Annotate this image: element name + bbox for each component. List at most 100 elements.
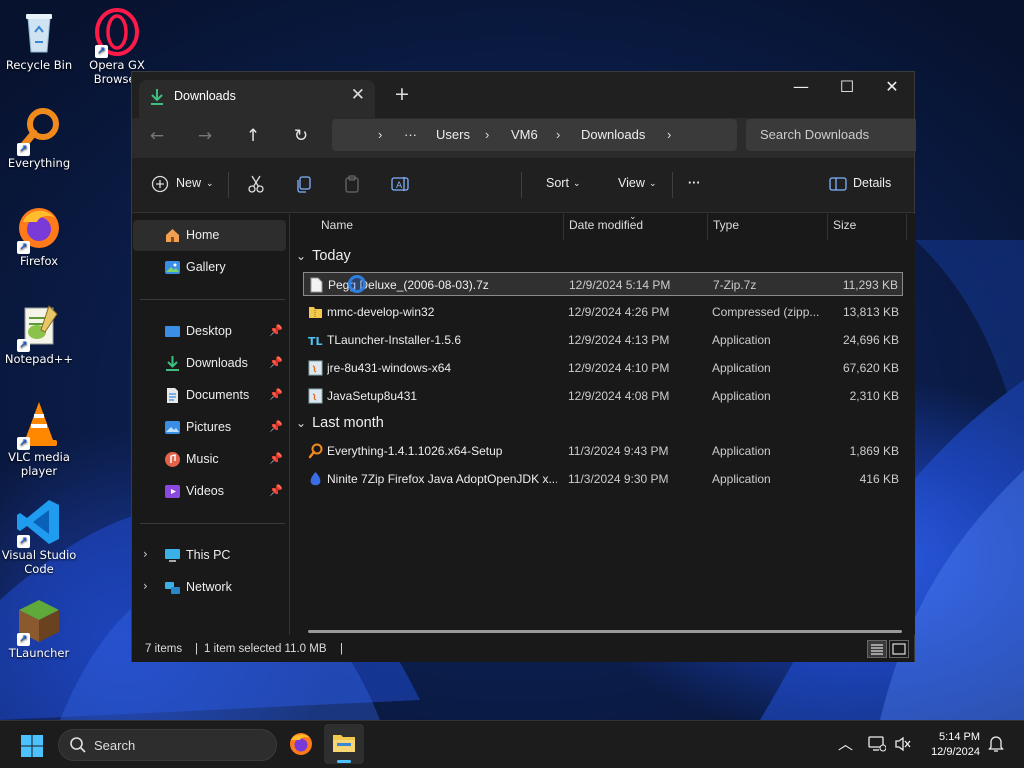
pin-icon[interactable]: 📌 bbox=[269, 484, 283, 497]
column-divider[interactable] bbox=[707, 214, 708, 240]
details-button[interactable]: Details bbox=[853, 176, 891, 190]
pin-icon[interactable]: 📌 bbox=[269, 356, 283, 369]
horizontal-scrollbar[interactable] bbox=[308, 630, 902, 633]
volume-muted-icon[interactable] bbox=[894, 736, 912, 752]
sidebar-item-videos[interactable]: Videos 📌 bbox=[133, 476, 286, 507]
pin-icon[interactable]: 📌 bbox=[269, 452, 283, 465]
file-explorer-taskbar-button[interactable] bbox=[324, 724, 364, 764]
desktop-icon-recycle-bin[interactable]: Recycle Bin bbox=[0, 8, 78, 72]
firefox-taskbar-icon[interactable] bbox=[288, 731, 314, 757]
chevron-up-icon[interactable]: ︿ bbox=[838, 733, 853, 754]
close-window-icon[interactable]: ✕ bbox=[869, 77, 915, 96]
tlauncher-icon: ↗ bbox=[15, 596, 63, 646]
sidebar-item-gallery[interactable]: Gallery bbox=[133, 252, 286, 283]
chevron-down-icon[interactable]: ⌄ bbox=[573, 178, 581, 189]
sidebar-item-pictures[interactable]: Pictures 📌 bbox=[133, 412, 286, 443]
desktop-icon-vlc[interactable]: ↗ VLC media player bbox=[0, 400, 78, 478]
breadcrumb-more[interactable]: ··· bbox=[404, 127, 417, 142]
shortcut-arrow-icon: ↗ bbox=[17, 339, 30, 352]
file-explorer-window: Downloads ✕ + — ☐ ✕ ← → ↑ ↻ › ··· Users … bbox=[131, 71, 916, 662]
chevron-right-icon[interactable]: › bbox=[143, 579, 148, 593]
file-row[interactable]: Everything-1.4.1.1026.x64-Setup 11/3/202… bbox=[303, 439, 903, 463]
network-status-icon[interactable] bbox=[868, 736, 886, 752]
breadcrumb-vm6[interactable]: VM6 bbox=[511, 127, 538, 142]
group-label: Last month bbox=[312, 415, 384, 431]
sidebar-item-desktop[interactable]: Desktop 📌 bbox=[133, 316, 286, 347]
maximize-icon[interactable]: ☐ bbox=[824, 77, 870, 96]
up-icon[interactable]: ↑ bbox=[238, 126, 268, 146]
file-name: TLauncher-Installer-1.5.6 bbox=[327, 333, 462, 347]
sidebar-item-label: Documents bbox=[186, 388, 250, 402]
title-bar[interactable]: Downloads ✕ + — ☐ ✕ bbox=[132, 72, 914, 118]
sidebar-item-downloads[interactable]: Downloads 📌 bbox=[133, 348, 286, 379]
sort-button[interactable]: Sort bbox=[546, 176, 569, 190]
back-icon[interactable]: ← bbox=[142, 126, 172, 146]
windows-start-icon[interactable] bbox=[20, 734, 44, 758]
file-row[interactable]: JavaSetup8u431 12/9/2024 4:08 PM Applica… bbox=[303, 384, 903, 408]
documents-icon bbox=[167, 388, 178, 403]
close-tab-icon[interactable]: ✕ bbox=[351, 85, 365, 105]
toolbar-divider bbox=[521, 172, 522, 198]
file-row[interactable]: Pegg Deluxe_(2006-08-03).7z 12/9/2024 5:… bbox=[303, 272, 903, 296]
tlauncher-app-icon: TL bbox=[308, 335, 323, 348]
status-divider: | bbox=[195, 643, 198, 655]
download-icon bbox=[166, 356, 179, 371]
sidebar-item-this-pc[interactable]: › This PC bbox=[133, 540, 286, 571]
desktop-icon-tlauncher[interactable]: ↗ TLauncher bbox=[0, 596, 78, 660]
chevron-right-icon[interactable]: › bbox=[378, 127, 382, 142]
paste-icon[interactable] bbox=[342, 174, 362, 194]
rename-icon[interactable]: A bbox=[390, 174, 410, 194]
file-row[interactable]: Ninite 7Zip Firefox Java AdoptOpenJDK x.… bbox=[303, 467, 903, 491]
chevron-down-icon[interactable]: ⌄ bbox=[649, 178, 657, 189]
file-row[interactable]: mmc-develop-win32 12/9/2024 4:26 PM Comp… bbox=[303, 300, 903, 324]
sidebar-item-music[interactable]: Music 📌 bbox=[133, 444, 286, 475]
chevron-right-icon[interactable]: › bbox=[143, 547, 148, 561]
desktop-icon-notepad-plus-plus[interactable]: ↗ Notepad++ bbox=[0, 302, 78, 366]
forward-icon[interactable]: → bbox=[190, 126, 220, 146]
chevron-right-icon[interactable]: › bbox=[667, 127, 671, 142]
group-header-last-month[interactable]: ⌄ Last month bbox=[296, 415, 384, 431]
sidebar-item-home[interactable]: Home bbox=[133, 220, 286, 251]
breadcrumb-users[interactable]: Users bbox=[436, 127, 470, 142]
file-row[interactable]: TL TLauncher-Installer-1.5.6 12/9/2024 4… bbox=[303, 328, 903, 352]
breadcrumb-downloads[interactable]: Downloads bbox=[581, 127, 645, 142]
details-view-icon[interactable] bbox=[867, 640, 887, 658]
column-divider[interactable] bbox=[563, 214, 564, 240]
desktop-icon-vscode[interactable]: ↗ Visual Studio Code bbox=[0, 498, 78, 576]
address-bar[interactable]: › ··· Users › VM6 › Downloads › bbox=[332, 119, 737, 151]
copy-icon[interactable] bbox=[294, 174, 314, 194]
tiles-view-icon[interactable] bbox=[889, 640, 909, 658]
column-header-type[interactable]: Type bbox=[713, 218, 739, 232]
pin-icon[interactable]: 📌 bbox=[269, 324, 283, 337]
group-header-today[interactable]: ⌄ Today bbox=[296, 248, 351, 264]
taskbar-search-box[interactable]: Search bbox=[58, 729, 277, 761]
pin-icon[interactable]: 📌 bbox=[269, 420, 283, 433]
cut-icon[interactable] bbox=[246, 174, 266, 194]
sidebar-item-network[interactable]: › Network bbox=[133, 572, 286, 603]
chevron-down-icon[interactable]: ⌄ bbox=[206, 178, 214, 189]
tab-downloads[interactable]: Downloads ✕ bbox=[139, 80, 375, 118]
clock[interactable]: 5:14 PM 12/9/2024 bbox=[931, 730, 980, 760]
chevron-right-icon[interactable]: › bbox=[485, 127, 489, 142]
more-options-button[interactable]: ··· bbox=[688, 176, 701, 190]
search-input[interactable]: Search Downloads bbox=[746, 119, 916, 151]
column-header-name[interactable]: Name bbox=[321, 218, 353, 232]
column-divider[interactable] bbox=[827, 214, 828, 240]
chevron-right-icon[interactable]: › bbox=[556, 127, 560, 142]
desktop-icon-firefox[interactable]: ↗ Firefox bbox=[0, 204, 78, 268]
notification-bell-icon[interactable] bbox=[988, 735, 1004, 753]
new-tab-icon[interactable]: + bbox=[394, 83, 410, 105]
column-header-size[interactable]: Size bbox=[833, 218, 856, 232]
sidebar-item-documents[interactable]: Documents 📌 bbox=[133, 380, 286, 411]
column-divider[interactable] bbox=[906, 214, 907, 240]
view-button[interactable]: View bbox=[618, 176, 645, 190]
pin-icon[interactable]: 📌 bbox=[269, 388, 283, 401]
minimize-icon[interactable]: — bbox=[778, 77, 824, 96]
desktop-icon-everything[interactable]: ↗ Everything bbox=[0, 106, 78, 170]
column-header-date[interactable]: Date modified bbox=[569, 218, 643, 232]
refresh-icon[interactable]: ↻ bbox=[286, 126, 316, 146]
file-row[interactable]: jre-8u431-windows-x64 12/9/2024 4:10 PM … bbox=[303, 356, 903, 380]
busy-cursor-icon bbox=[348, 275, 366, 293]
status-bar: 7 items | 1 item selected 11.0 MB | bbox=[132, 637, 914, 662]
new-button[interactable]: New bbox=[176, 176, 201, 190]
